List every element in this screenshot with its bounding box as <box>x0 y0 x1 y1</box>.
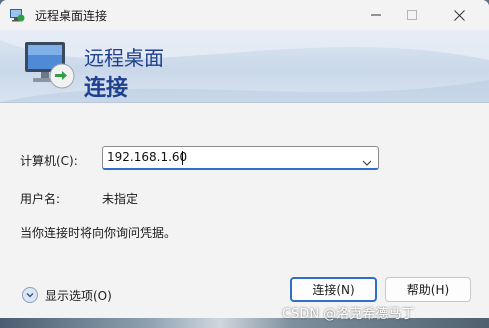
maximize-button[interactable] <box>389 0 435 30</box>
user-label: 用户名: <box>20 192 61 206</box>
remote-desktop-monitor-icon <box>22 38 80 96</box>
minimize-icon <box>371 14 381 16</box>
computer-label: 计算机(C): <box>20 154 78 168</box>
header-banner: 远程桌面 连接 <box>0 30 489 102</box>
window-title: 远程桌面连接 <box>35 9 108 23</box>
banner-divider <box>0 102 489 103</box>
help-button[interactable]: 帮助(H) <box>385 277 471 302</box>
credential-hint: 当你连接时将向你询问凭据。 <box>20 226 177 240</box>
computer-combobox[interactable]: 192.168.1.60 <box>102 146 379 170</box>
remote-desktop-window: 远程桌面连接 远程桌面 连接 计算机(C): 192.168.1.60 用户名:… <box>0 0 489 328</box>
banner-title-line2: 连接 <box>84 76 129 101</box>
text-caret <box>182 151 183 165</box>
remote-desktop-app-icon <box>9 7 25 23</box>
close-icon <box>453 9 465 21</box>
show-options-toggle[interactable]: 显示选项(O) <box>22 286 122 304</box>
user-value: 未指定 <box>102 192 139 206</box>
computer-input[interactable]: 192.168.1.60 <box>107 150 187 164</box>
connect-button[interactable]: 连接(N) <box>290 277 377 302</box>
desktop-background <box>0 318 489 328</box>
banner-title-line1: 远程桌面 <box>84 46 164 70</box>
watermark-text: CSDN @洛克希德马丁 <box>282 307 415 322</box>
title-bar[interactable]: 远程桌面连接 <box>0 0 489 30</box>
maximize-icon <box>407 10 417 20</box>
show-options-label[interactable]: 显示选项(O) <box>45 287 112 304</box>
close-button[interactable] <box>436 0 482 30</box>
expand-options-icon[interactable] <box>22 287 38 303</box>
chevron-down-icon[interactable] <box>362 153 372 166</box>
